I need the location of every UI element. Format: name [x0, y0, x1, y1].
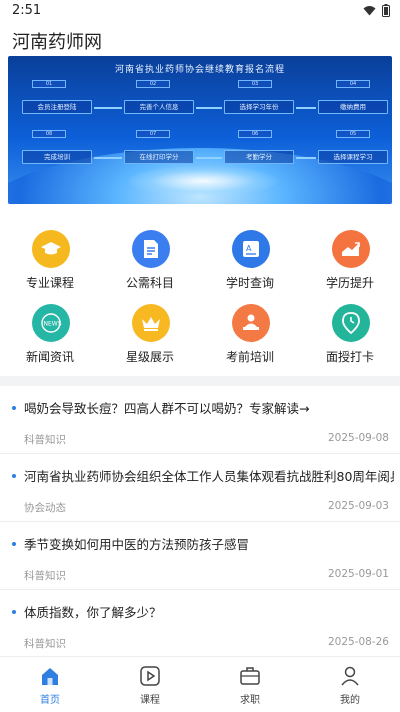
crown-icon — [132, 304, 170, 342]
menu-item-checkin[interactable]: 面授打卡 — [300, 296, 400, 366]
step-number: 08 — [32, 130, 66, 138]
menu-label: 公需科目 — [125, 276, 174, 290]
news-category: 科普知识 — [24, 434, 66, 446]
bullet-dot — [12, 542, 16, 546]
step-number: 07 — [136, 130, 170, 138]
teacher-icon — [232, 304, 270, 342]
step-number: 03 — [238, 80, 272, 88]
step-box: 选择学习年份 — [224, 100, 294, 114]
menu-item-pre-exam-training[interactable]: 考前培训 — [200, 296, 300, 366]
news-category: 科普知识 — [24, 570, 66, 582]
news-globe-icon: NEWS — [32, 304, 70, 342]
play-icon — [140, 666, 160, 686]
flow-arrow — [94, 107, 122, 109]
menu-label: 学时查询 — [225, 276, 274, 290]
news-category: 协会动态 — [24, 502, 66, 514]
menu-item-degree-upgrade[interactable]: 学历提升 — [300, 222, 400, 292]
news-title: 喝奶会导致长痘？四高人群不可以喝奶？专家解读→ — [24, 401, 310, 416]
news-title: 季节变换如何用中医的方法预防孩子感冒 — [24, 537, 250, 552]
menu-item-public-subjects[interactable]: 公需科目 — [100, 222, 200, 292]
status-bar: 2:51 — [0, 0, 400, 22]
step-box: 完善个人信息 — [124, 100, 194, 114]
menu-item-hours-query[interactable]: A 学时查询 — [200, 222, 300, 292]
news-date: 2025-09-08 — [327, 432, 389, 444]
location-pin-icon — [332, 304, 370, 342]
news-item[interactable]: 体质指数，你了解多少？ 科普知识 2025-08-26 — [0, 590, 400, 658]
news-title: 河南省执业药师协会组织全体工作人员集体观看抗战胜利80周年阅兵式 — [24, 469, 394, 484]
mortarboard-icon — [32, 230, 70, 268]
bottom-tab-bar: 首页 课程 求职 我的 — [0, 656, 400, 712]
wifi-icon — [363, 6, 376, 16]
tab-profile[interactable]: 我的 — [300, 657, 400, 712]
step-box: 选择课程学习 — [318, 150, 388, 164]
news-date: 2025-09-01 — [327, 568, 389, 580]
svg-text:NEWS: NEWS — [44, 321, 62, 328]
menu-label: 面授打卡 — [325, 350, 374, 364]
step-number: 05 — [336, 130, 370, 138]
tab-label: 课程 — [140, 695, 160, 706]
trend-up-icon — [332, 230, 370, 268]
status-time: 2:51 — [12, 3, 42, 18]
step-number: 01 — [32, 80, 66, 88]
battery-icon — [382, 4, 390, 17]
person-icon — [341, 666, 359, 686]
svg-text:A: A — [246, 244, 252, 253]
step-number: 04 — [336, 80, 370, 88]
step-number: 06 — [238, 130, 272, 138]
news-item[interactable]: 喝奶会导致长痘？四高人群不可以喝奶？专家解读→ 科普知识 2025-09-08 — [0, 386, 400, 454]
news-date: 2025-09-03 — [327, 500, 389, 512]
section-divider — [0, 376, 400, 386]
globe-glow — [128, 166, 278, 196]
banner-carousel[interactable]: 河南省执业药师协会继续教育报名流程 01 会员注册登陆 02 完善个人信息 03… — [8, 56, 392, 204]
step-box: 在线打印学分 — [124, 150, 194, 164]
flow-arrow — [196, 107, 222, 109]
flow-arrow — [94, 157, 122, 159]
tab-label: 我的 — [340, 695, 360, 706]
bullet-dot — [12, 406, 16, 410]
news-item[interactable]: 河南省执业药师协会组织全体工作人员集体观看抗战胜利80周年阅兵式 协会动态 20… — [0, 454, 400, 522]
flow-arrow — [296, 107, 316, 109]
menu-item-star-showcase[interactable]: 星级展示 — [100, 296, 200, 366]
flow-arrow — [196, 157, 222, 159]
menu-item-news[interactable]: NEWS 新闻资讯 — [0, 296, 100, 366]
news-title: 体质指数，你了解多少？ — [24, 605, 162, 620]
step-number: 02 — [136, 80, 170, 88]
step-box: 考勤学分 — [224, 150, 294, 164]
tab-courses[interactable]: 课程 — [100, 657, 200, 712]
tab-label: 求职 — [240, 695, 260, 706]
tab-jobs[interactable]: 求职 — [200, 657, 300, 712]
bullet-dot — [12, 610, 16, 614]
home-icon — [42, 668, 58, 685]
system-icons — [363, 4, 390, 17]
menu-label: 学历提升 — [325, 276, 374, 290]
menu-label: 星级展示 — [125, 350, 174, 364]
app-title: 河南药师网 — [12, 32, 102, 53]
flow-arrow — [296, 157, 316, 159]
news-category: 科普知识 — [24, 638, 66, 650]
app-bar: 河南药师网 — [0, 22, 400, 56]
step-box: 缴纳费用 — [318, 100, 388, 114]
news-item[interactable]: 季节变换如何用中医的方法预防孩子感冒 科普知识 2025-09-01 — [0, 522, 400, 590]
tab-label: 首页 — [40, 695, 60, 706]
briefcase-icon — [240, 667, 260, 685]
menu-item-professional-course[interactable]: 专业课程 — [0, 222, 100, 292]
menu-label: 新闻资讯 — [25, 350, 74, 364]
menu-label: 专业课程 — [25, 276, 74, 290]
bullet-dot — [12, 474, 16, 478]
news-date: 2025-08-26 — [327, 636, 389, 648]
banner-title: 河南省执业药师协会继续教育报名流程 — [114, 65, 285, 75]
step-box: 会员注册登陆 — [22, 100, 92, 114]
search-book-icon: A — [232, 230, 270, 268]
step-box: 完成培训 — [22, 150, 92, 164]
tab-home[interactable]: 首页 — [0, 657, 100, 712]
document-icon — [132, 230, 170, 268]
menu-label: 考前培训 — [225, 350, 274, 364]
